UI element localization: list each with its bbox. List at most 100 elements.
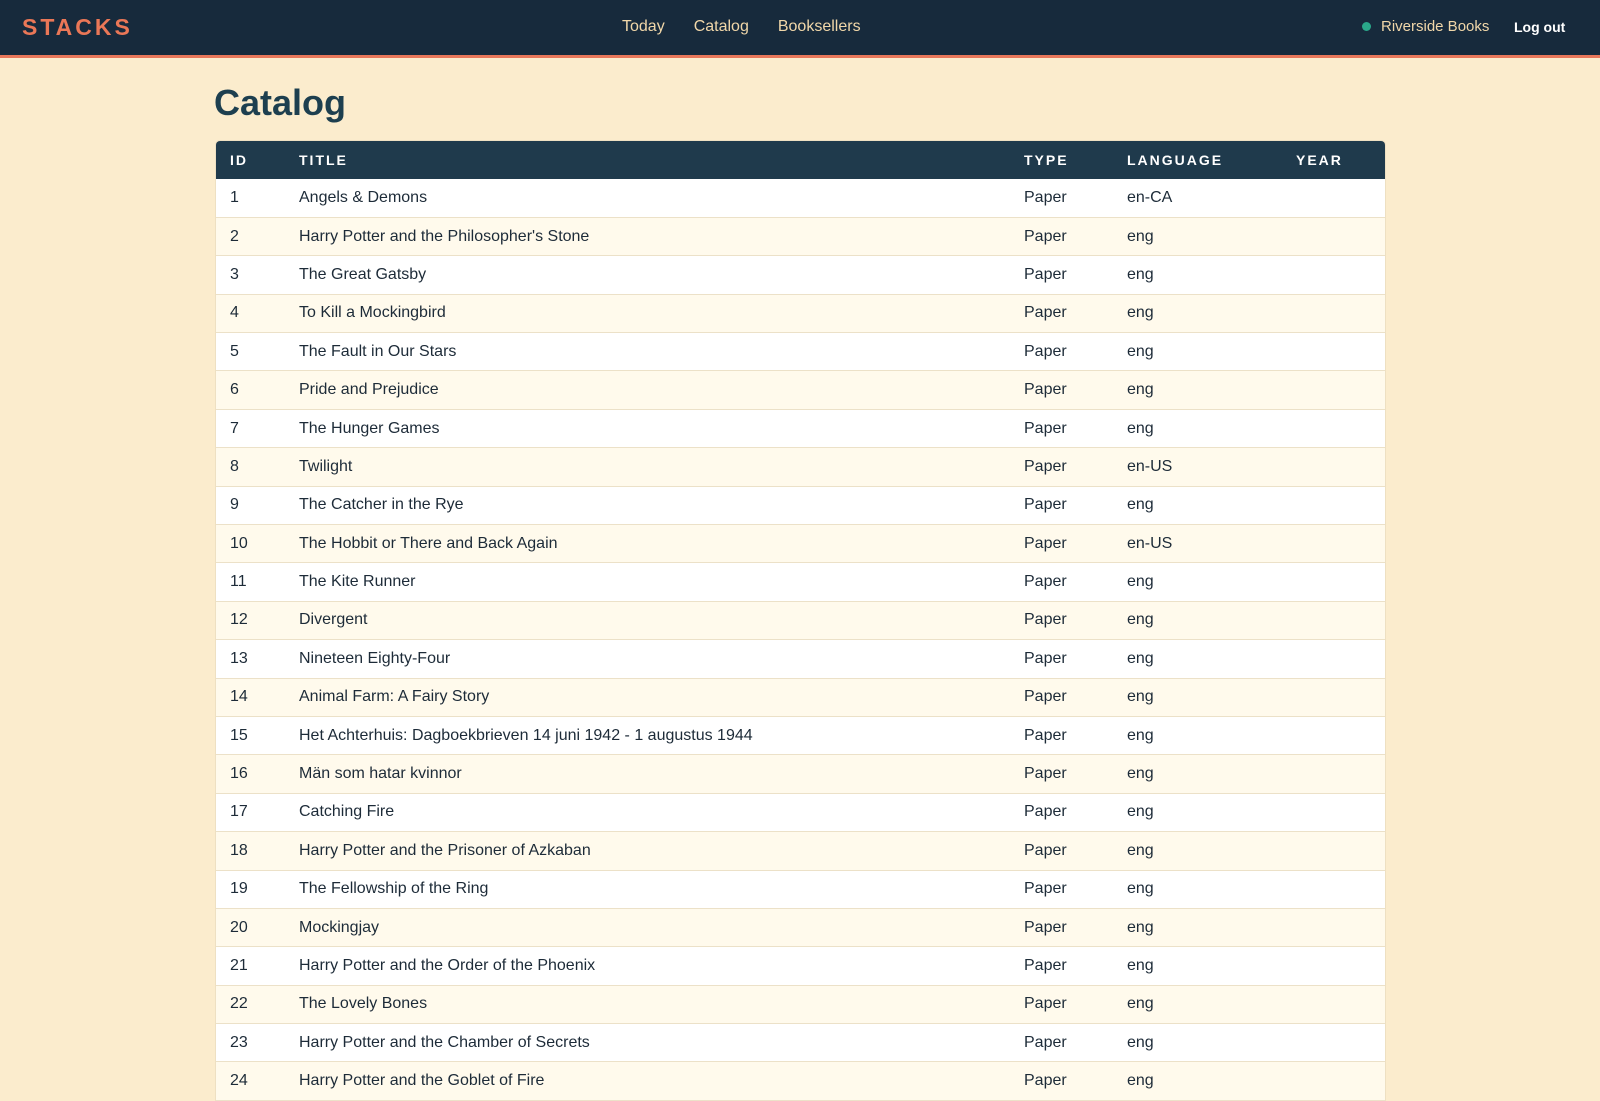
cell-title: The Kite Runner [299,573,416,591]
table-row[interactable]: 16 Män som hatar kvinnor Paper eng [216,754,1385,794]
cell-id: 6 [230,381,239,399]
column-header-type[interactable]: TYPE [1010,141,1113,179]
cell-title: Animal Farm: A Fairy Story [299,688,490,706]
cell-language: eng [1127,496,1154,514]
table-row[interactable]: 23 Harry Potter and the Chamber of Secret… [216,1023,1385,1062]
cell-id: 19 [230,880,248,898]
cell-type: Paper [1024,304,1067,322]
cell-id: 8 [230,457,239,475]
cell-id: 9 [230,496,239,514]
cell-title: Män som hatar kvinnor [299,765,462,783]
cell-title: Harry Potter and the Prisoner of Azkaban [299,841,591,859]
cell-year [1282,716,1385,754]
cell-year [1282,256,1385,294]
cell-type: Paper [1024,381,1067,399]
cell-id: 7 [230,419,239,437]
column-header-language[interactable]: LANGUAGE [1113,141,1282,179]
table-row[interactable]: 19 The Fellowship of the Ring Paper eng [216,870,1385,909]
cell-type: Paper [1024,765,1067,783]
cell-id: 16 [230,765,248,783]
cell-language: eng [1127,342,1154,360]
cell-id: 3 [230,265,239,283]
cell-title: The Lovely Bones [299,995,428,1013]
table-row[interactable]: 14 Animal Farm: A Fairy Story Paper eng [216,678,1385,717]
cell-title: The Hobbit or There and Back Again [299,534,558,552]
table-row[interactable]: 9 The Catcher in the Rye Paper eng [216,486,1385,525]
cell-language: eng [1127,611,1154,629]
cell-type: Paper [1024,649,1067,667]
table-row[interactable]: 2 Harry Potter and the Philosopher's Ston… [216,217,1385,256]
table-row[interactable]: 5 The Fault in Our Stars Paper eng [216,332,1385,371]
cell-year [1282,486,1385,524]
cell-type: Paper [1024,419,1067,437]
column-header-title[interactable]: TITLE [285,141,1010,179]
cell-title: Nineteen Eighty-Four [299,649,451,667]
table-row[interactable]: 8 Twilight Paper en-US [216,447,1385,487]
cell-year [1282,601,1385,639]
cell-year [1282,371,1385,409]
table-row[interactable]: 15 Het Achterhuis: Dagboekbrieven 14 juni… [216,716,1385,755]
table-row[interactable]: 24 Harry Potter and the Goblet of Fire Pap… [216,1061,1385,1101]
cell-language: eng [1127,957,1154,974]
cell-title: The Fault in Our Stars [299,342,457,360]
cell-language: eng [1127,1033,1154,1051]
cell-year [1282,179,1385,217]
cell-language: en-CA [1127,188,1173,206]
cell-id: 22 [230,995,248,1013]
cell-id: 21 [230,957,248,974]
cell-title: The Hunger Games [299,419,440,437]
nav-link-booksellers[interactable]: Booksellers [778,18,861,36]
table-row[interactable]: 6 Pride and Prejudice Paper eng [216,370,1385,410]
cell-year [1282,1062,1385,1100]
cell-language: eng [1127,304,1154,322]
logout-button[interactable]: Log out [1514,19,1565,35]
cell-year [1282,448,1385,486]
cell-type: Paper [1024,496,1067,514]
account-indicator: Riverside Books [1362,18,1489,35]
cell-year [1282,333,1385,371]
nav-link-catalog[interactable]: Catalog [694,18,749,36]
table-row[interactable]: 13 Nineteen Eighty-Four Paper eng [216,639,1385,679]
cell-type: Paper [1024,611,1067,629]
table-row[interactable]: 3 The Great Gatsby Paper eng [216,255,1385,295]
cell-title: The Great Gatsby [299,265,427,283]
cell-title: Harry Potter and the Philosopher's Stone [299,227,590,245]
cell-year [1282,409,1385,447]
table-row[interactable]: 18 Harry Potter and the Prisoner of Azkab… [216,831,1385,871]
column-header-year[interactable]: YEAR [1282,141,1385,179]
table-row[interactable]: 12 Divergent Paper eng [216,601,1385,640]
table-row[interactable]: 17 Catching Fire Paper eng [216,793,1385,832]
cell-title: Pride and Prejudice [299,381,439,399]
cell-language: eng [1127,995,1154,1013]
table-row[interactable]: 7 The Hunger Games Paper eng [216,409,1385,448]
cell-title: Catching Fire [299,803,395,821]
cell-language: eng [1127,918,1154,936]
cell-type: Paper [1024,342,1067,360]
cell-type: Paper [1024,726,1067,744]
cell-language: eng [1127,803,1154,821]
table-row[interactable]: 21 Harry Potter and the Order of the Phoe… [216,946,1385,986]
column-header-id[interactable]: ID [216,141,285,179]
cell-type: Paper [1024,573,1067,591]
table-row[interactable]: 20 Mockingjay Paper eng [216,908,1385,947]
brand-logo[interactable]: STACKS [22,14,133,41]
cell-language: eng [1127,726,1154,744]
cell-id: 5 [230,342,239,360]
cell-title: To Kill a Mockingbird [299,304,446,322]
table-row[interactable]: 10 The Hobbit or There and Back Again Pape… [216,524,1385,563]
nav-link-today[interactable]: Today [622,18,665,36]
cell-type: Paper [1024,1033,1067,1051]
cell-title: The Catcher in the Rye [299,496,464,514]
cell-id: 17 [230,803,248,821]
cell-language: eng [1127,649,1154,667]
table-row[interactable]: 1 Angels & Demons Paper en-CA [216,179,1385,218]
cell-type: Paper [1024,957,1067,974]
cell-language: eng [1127,880,1154,898]
table-row[interactable]: 11 The Kite Runner Paper eng [216,562,1385,602]
cell-type: Paper [1024,534,1067,552]
table-row[interactable]: 4 To Kill a Mockingbird Paper eng [216,294,1385,333]
cell-title: Het Achterhuis: Dagboekbrieven 14 juni 1… [299,726,753,744]
table-row[interactable]: 22 The Lovely Bones Paper eng [216,985,1385,1024]
cell-year [1282,563,1385,601]
cell-id: 20 [230,918,248,936]
